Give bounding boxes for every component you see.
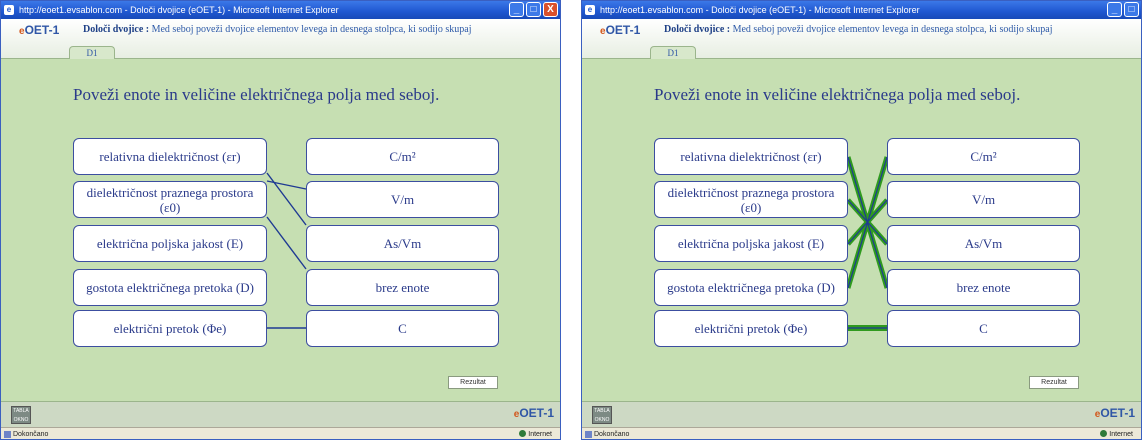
- exercise-area: Poveži enote in veličine električnega po…: [582, 59, 1141, 401]
- footer-logo: eOET-1: [513, 406, 554, 420]
- right-item-no-unit[interactable]: brez enote: [887, 269, 1080, 306]
- screenshot-correct-answer: e http://eoet1.evsablon.com - Določi dvo…: [581, 0, 1142, 440]
- maximize-button[interactable]: □: [1124, 2, 1139, 17]
- globe-icon: [1100, 430, 1108, 437]
- exercise-area: Poveži enote in veličine električnega po…: [1, 59, 560, 401]
- app-logo: eOET-1: [600, 23, 641, 37]
- right-item-c[interactable]: C: [887, 310, 1080, 347]
- right-item-v-per-m[interactable]: V/m: [887, 181, 1080, 218]
- window-title: http://eoet1.evsablon.com - Določi dvoji…: [600, 5, 920, 15]
- left-item-electric-flux-density[interactable]: gostota električnega pretoka (D): [73, 269, 267, 306]
- close-button[interactable]: X: [543, 2, 558, 17]
- app-header: eOET-1 Določi dvojice : Med seboj poveži…: [582, 19, 1141, 60]
- left-item-electric-flux-density[interactable]: gostota električnega pretoka (D): [654, 269, 848, 306]
- footer-logo: eOET-1: [1094, 406, 1135, 420]
- minimize-button[interactable]: _: [509, 2, 524, 17]
- window-titlebar: e http://eoet1.evsablon.com - Določi dvo…: [1, 1, 560, 19]
- right-item-no-unit[interactable]: brez enote: [306, 269, 499, 306]
- zone-indicator: Internet: [519, 428, 552, 439]
- page-icon: [585, 431, 592, 438]
- left-item-electric-flux[interactable]: električni pretok (Φe): [73, 310, 267, 347]
- screenshot-user-answer: e http://eoet1.evsablon.com - Določi dvo…: [0, 0, 561, 440]
- app-footer: TABLA OKNO eOET-1: [1, 401, 560, 427]
- window-controls: _ □: [1107, 2, 1139, 17]
- page-icon: [4, 431, 11, 438]
- right-item-c[interactable]: C: [306, 310, 499, 347]
- task-title: Določi dvojice :: [664, 24, 731, 35]
- right-item-c-per-m2[interactable]: C/m²: [887, 138, 1080, 175]
- task-instruction: Določi dvojice : Med seboj poveži dvojic…: [664, 24, 1053, 35]
- result-button[interactable]: Rezultat: [448, 376, 498, 389]
- tab-d1[interactable]: D1: [650, 46, 696, 60]
- right-item-as-per-vm[interactable]: As/Vm: [306, 225, 499, 262]
- app-logo: eOET-1: [19, 23, 60, 37]
- maximize-button[interactable]: □: [526, 2, 541, 17]
- globe-icon: [519, 430, 527, 437]
- right-item-as-per-vm[interactable]: As/Vm: [887, 225, 1080, 262]
- left-item-electric-field-strength[interactable]: električna poljska jakost (E): [73, 225, 267, 262]
- task-instruction: Določi dvojice : Med seboj poveži dvojic…: [83, 24, 472, 35]
- window-title: http://eoet1.evsablon.com - Določi dvoji…: [19, 5, 339, 15]
- left-item-relative-permittivity[interactable]: relativna dielektričnost (εr): [654, 138, 848, 175]
- zone-indicator: Internet: [1100, 428, 1133, 439]
- connection-line: [266, 180, 307, 190]
- tabla-button[interactable]: TABLA OKNO: [11, 406, 31, 424]
- left-item-vacuum-permittivity[interactable]: dielektričnost praznega prostora (ε0): [73, 181, 267, 218]
- connection-line: [266, 216, 307, 270]
- ie-icon: e: [585, 5, 595, 15]
- right-item-v-per-m[interactable]: V/m: [306, 181, 499, 218]
- minimize-button[interactable]: _: [1107, 2, 1122, 17]
- left-item-electric-flux[interactable]: električni pretok (Φe): [654, 310, 848, 347]
- window-controls: _ □ X: [509, 2, 558, 17]
- status-text: Dokončano: [13, 431, 49, 438]
- tabla-button[interactable]: TABLA OKNO: [592, 406, 612, 424]
- result-button[interactable]: Rezultat: [1029, 376, 1079, 389]
- status-text: Dokončano: [594, 431, 630, 438]
- ie-icon: e: [4, 5, 14, 15]
- window-titlebar: e http://eoet1.evsablon.com - Določi dvo…: [582, 1, 1141, 19]
- task-description: Med seboj poveži dvojice elementov leveg…: [732, 24, 1053, 35]
- right-item-c-per-m2[interactable]: C/m²: [306, 138, 499, 175]
- browser-statusbar: Dokončano Internet: [582, 427, 1141, 439]
- browser-statusbar: Dokončano Internet: [1, 427, 560, 439]
- task-description: Med seboj poveži dvojice elementov leveg…: [151, 24, 472, 35]
- left-item-vacuum-permittivity[interactable]: dielektričnost praznega prostora (ε0): [654, 181, 848, 218]
- connection-line: [266, 172, 307, 226]
- app-footer: TABLA OKNO eOET-1: [582, 401, 1141, 427]
- tab-d1[interactable]: D1: [69, 46, 115, 60]
- task-title: Določi dvojice :: [83, 24, 150, 35]
- app-header: eOET-1 Določi dvojice : Med seboj poveži…: [1, 19, 560, 60]
- left-item-relative-permittivity[interactable]: relativna dielektričnost (εr): [73, 138, 267, 175]
- left-item-electric-field-strength[interactable]: električna poljska jakost (E): [654, 225, 848, 262]
